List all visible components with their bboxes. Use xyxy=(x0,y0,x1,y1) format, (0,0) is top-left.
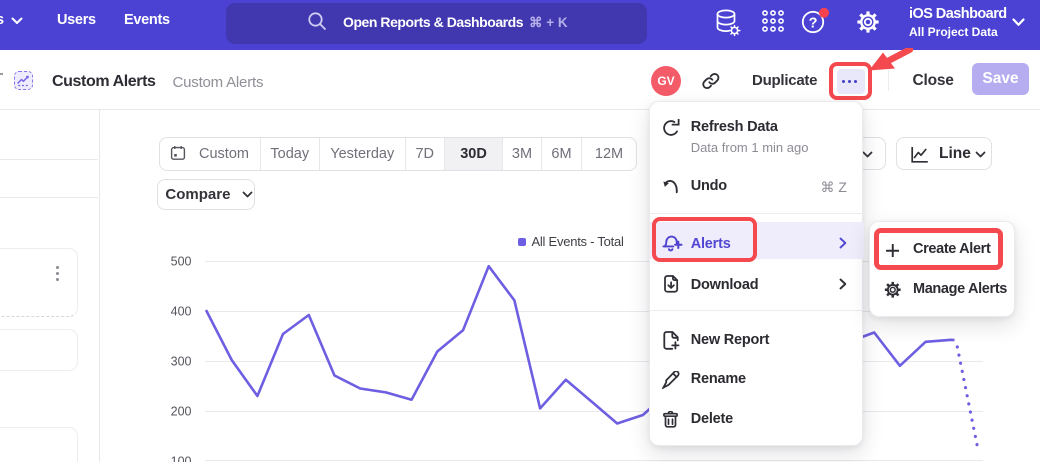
svg-text:500: 500 xyxy=(171,255,192,269)
svg-text:100: 100 xyxy=(171,455,192,462)
svg-text:200: 200 xyxy=(171,405,192,419)
svg-text:?: ? xyxy=(809,16,818,32)
svg-text:300: 300 xyxy=(171,355,192,369)
svg-text:400: 400 xyxy=(171,305,192,319)
